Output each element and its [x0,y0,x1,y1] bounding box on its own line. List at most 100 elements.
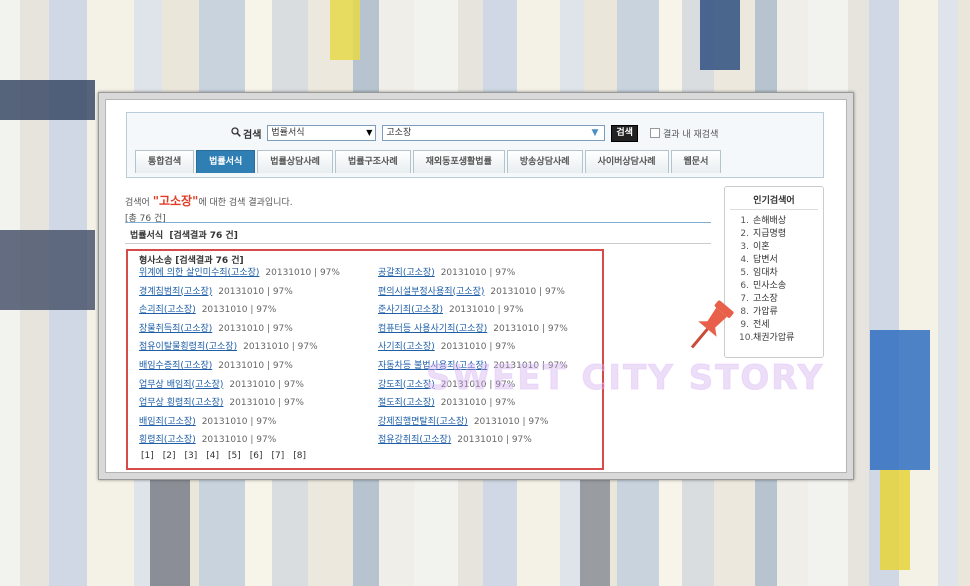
page-link[interactable]: [3] [185,451,198,461]
result-message-prefix: 검색어 [125,198,150,208]
pagination: [1] [2] [3] [4] [5] [6] [7] [8] [141,451,306,461]
popular-item[interactable]: 5. 임대차 [739,267,794,280]
result-link[interactable]: 업무상 배임죄(고소장) [139,380,223,390]
popular-item[interactable]: 3. 이혼 [739,241,794,254]
result-meta: 20131010 | 97% [440,342,516,353]
category-select[interactable]: 법률서식 ▼ [267,125,377,141]
popular-item[interactable]: 2. 지급명령 [739,228,794,241]
dropdown-arrow-icon: ▼ [366,128,373,137]
page-link[interactable]: [1] [141,451,154,461]
tab-1[interactable]: 법률서식 [196,150,256,173]
result-link[interactable]: 업무상 횡령죄(고소장) [139,398,223,408]
result-meta: 20131010 | 97% [448,305,524,316]
popular-item[interactable]: 8. 가압류 [739,306,794,319]
result-item: 경계침범죄(고소장) 20131010 | 97% [139,284,293,297]
binder [938,0,959,586]
popular-item[interactable]: 7. 고소장 [739,293,794,306]
popular-label[interactable]: 민사소송 [753,280,786,293]
popular-item[interactable]: 9. 전세 [739,319,794,332]
result-link[interactable]: 손괴죄(고소장) [139,305,196,315]
popular-rank: 1. [740,216,749,226]
page-link[interactable]: [4] [206,451,219,461]
result-link[interactable]: 준사기죄(고소장) [378,305,443,315]
result-link[interactable]: 장물취득죄(고소장) [139,324,212,334]
tab-3[interactable]: 법률구조사례 [334,150,411,173]
result-meta: 20131010 | 97% [490,286,565,297]
popular-item[interactable]: 4. 답변서 [739,254,794,267]
result-link[interactable]: 컴퓨터등 사용사기죄(고소장) [378,324,487,334]
popular-item[interactable]: 1. 손해배상 [739,215,794,228]
tab-bar: 통합검색 법률서식 법률상담사례 법률구조사례 재외동포생활법률 방송상담사례 사이버상담사… [135,150,722,173]
popular-label[interactable]: 손해배상 [753,215,786,228]
result-meta: 20131010 | 97% [440,268,516,278]
search-button[interactable]: 검색 [611,124,638,142]
binder-accent [150,480,190,586]
result-meta: 20131010 | 97% [201,305,277,316]
content-panel: 검색 법률서식 ▼ 고소장 ▼ 검색 결과 내 재검색 통합검색 법률서식 법률상담… [105,99,847,473]
page-link[interactable]: [7] [272,451,285,461]
binder-accent [870,330,930,470]
popular-label[interactable]: 가압류 [753,306,778,319]
result-link[interactable]: 점유이탈물횡령죄(고소장) [139,342,237,352]
result-message-suffix: 에 대한 검색 결과입니다. [198,198,293,208]
popular-item[interactable]: 10. 채권가압류 [739,332,794,345]
popular-label[interactable]: 고소장 [753,293,778,306]
page-link[interactable]: [8] [293,451,306,461]
popular-label[interactable]: 답변서 [753,254,778,267]
popular-item[interactable]: 6. 민사소송 [739,280,794,293]
result-item: 횡령죄(고소장) 20131010 | 97% [139,432,276,445]
result-link[interactable]: 편의시설부정사용죄(고소장) [378,287,484,297]
search-input[interactable]: 고소장 ▼ [382,125,606,141]
popular-label[interactable]: 전세 [753,319,770,332]
tab-0[interactable]: 통합검색 [135,150,195,173]
autocomplete-arrow-icon[interactable]: ▼ [591,126,598,140]
result-meta: 20131010 | 97% [218,323,293,334]
result-meta: 20131010 | 97% [440,398,516,409]
result-link[interactable]: 공갈죄(고소장) [378,268,435,278]
tab-2[interactable]: 법률상담사례 [257,150,333,173]
result-link[interactable]: 배임죄(고소장) [139,417,196,427]
result-link[interactable]: 사기죄(고소장) [378,342,435,352]
popular-rank: 3. [740,242,749,252]
result-link[interactable]: 배임수증죄(고소장) [139,361,212,371]
page-link[interactable]: [6] [250,451,263,461]
binder-accent [700,0,740,70]
page-link[interactable]: [5] [228,451,241,461]
result-item: 편의시설부정사용죄(고소장) 20131010 | 97% [378,284,565,297]
watermark: SWEET CITY STORY [425,358,825,399]
result-item: 업무상 횡령죄(고소장) 20131010 | 97% [139,395,304,408]
result-item: 위계에 의한 살인미수죄(고소장) 20131010 | 97% [139,265,340,278]
binder-accent [0,80,95,120]
result-meta: 20131010 | 97% [265,268,340,278]
result-meta: 20131010 | 97% [473,416,549,427]
tab-5[interactable]: 방송상담사례 [506,150,583,173]
popular-list: 1. 손해배상 2. 지급명령 3. 이혼 4. 답변서 5. 임대차 6. 민사소송 7. 고소장 8. 가… [739,215,794,345]
tab-6[interactable]: 사이버상담사례 [584,150,669,173]
popular-label[interactable]: 임대차 [753,267,778,280]
page-link[interactable]: [2] [163,451,176,461]
result-link[interactable]: 점유강취죄(고소장) [378,435,451,445]
tab-4[interactable]: 재외동포생활법률 [412,150,505,173]
result-item: 컴퓨터등 사용사기죄(고소장) 20131010 | 97% [378,321,568,334]
result-meta: 20131010 | 97% [457,435,532,446]
popular-label[interactable]: 이혼 [753,241,770,254]
result-meta: 20131010 | 97% [201,416,277,427]
result-meta: 20131010 | 97% [229,379,304,390]
binder-accent [580,480,610,586]
result-link[interactable]: 횡령죄(고소장) [139,435,196,445]
popular-label[interactable]: 채권가압류 [753,332,794,345]
result-item: 점유이탈물횡령죄(고소장) 20131010 | 97% [139,339,318,352]
result-link[interactable]: 경계침범죄(고소장) [139,287,212,297]
result-link[interactable]: 강제집행면탈죄(고소장) [378,417,468,427]
search-input-value: 고소장 [386,128,412,138]
popular-rank: 5. [740,268,749,278]
checkbox-box[interactable] [649,128,660,138]
recheck-checkbox[interactable]: 결과 내 재검색 [649,127,718,140]
search-keyword: "고소장" [152,194,199,208]
result-link[interactable]: 절도죄(고소장) [378,398,435,408]
tab-7[interactable]: 웹문서 [670,150,722,173]
popular-label[interactable]: 지급명령 [753,228,786,241]
section-title: 법률서식 [검색결과 76 건] [130,231,238,241]
result-link[interactable]: 위계에 의한 살인미수죄(고소장) [139,268,259,278]
result-item: 공갈죄(고소장) 20131010 | 97% [378,265,515,278]
